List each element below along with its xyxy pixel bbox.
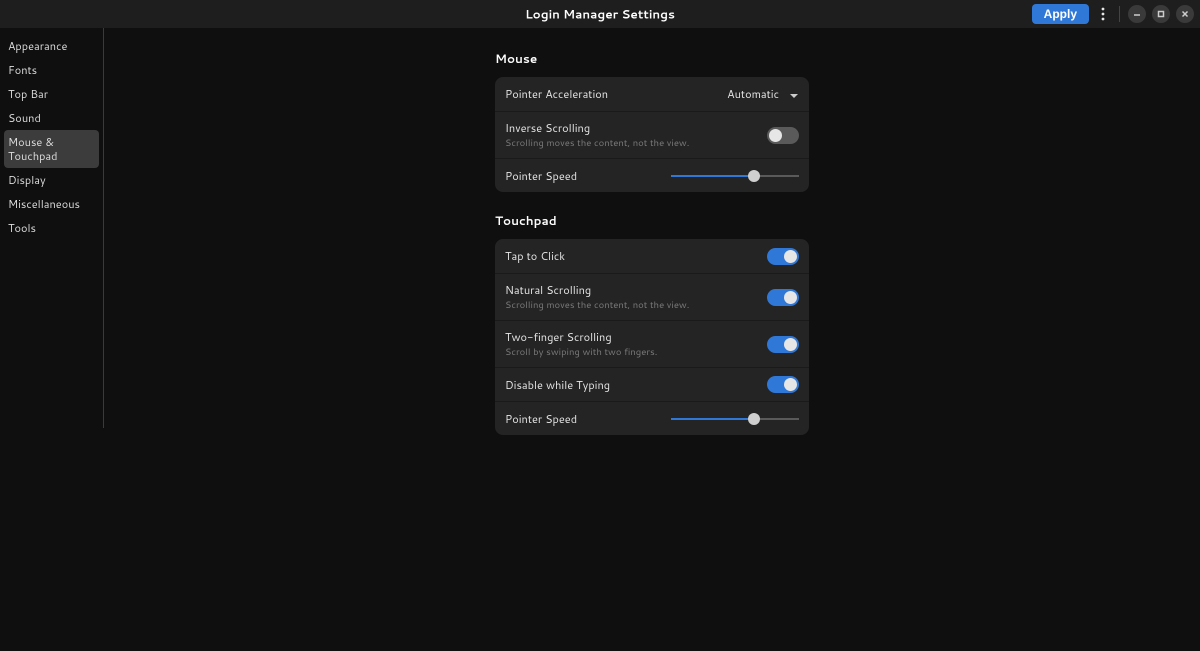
inverse-scrolling-label: Inverse Scrolling [505,120,767,136]
kebab-icon [1101,7,1105,21]
natural-scrolling-label: Natural Scrolling [505,282,767,298]
mouse-card: Pointer Acceleration Automatic Inverse [495,77,809,192]
chevron-down-icon [789,89,799,99]
row-mouse-pointer-speed: Pointer Speed [495,158,809,192]
disable-while-typing-toggle[interactable] [767,376,799,393]
touchpad-pointer-speed-label: Pointer Speed [505,411,671,427]
sidebar: Appearance Fonts Top Bar Sound Mouse & T… [0,28,104,428]
sidebar-item-display[interactable]: Display [0,168,103,192]
inverse-scrolling-sub: Scrolling moves the content, not the vie… [505,137,767,150]
sidebar-item-label: Miscellaneous [8,196,80,212]
natural-scrolling-toggle[interactable] [767,289,799,306]
mouse-pointer-speed-slider[interactable] [671,169,799,183]
dropdown-value: Automatic [727,86,779,102]
tap-to-click-toggle[interactable] [767,248,799,265]
touchpad-card: Tap to Click Natural Scrolling Scrolling… [495,239,809,435]
tap-to-click-label: Tap to Click [505,248,767,264]
sidebar-item-label: Top Bar [8,86,48,102]
separator [1119,6,1120,22]
inverse-scrolling-toggle[interactable] [767,127,799,144]
content-area: Mouse Pointer Acceleration Automatic [104,28,1200,651]
section-title-touchpad: Touchpad [495,212,809,229]
minimize-button[interactable] [1128,5,1146,23]
row-tap-to-click: Tap to Click [495,239,809,273]
sidebar-item-tools[interactable]: Tools [0,216,103,240]
natural-scrolling-sub: Scrolling moves the content, not the vie… [505,299,767,312]
maximize-button[interactable] [1152,5,1170,23]
sidebar-item-label: Tools [8,220,36,236]
close-button[interactable] [1176,5,1194,23]
sidebar-item-label: Display [8,172,46,188]
row-inverse-scrolling: Inverse Scrolling Scrolling moves the co… [495,111,809,158]
row-touchpad-pointer-speed: Pointer Speed [495,401,809,435]
row-two-finger-scrolling: Two-finger Scrolling Scroll by swiping w… [495,320,809,367]
row-disable-while-typing: Disable while Typing [495,367,809,401]
disable-while-typing-label: Disable while Typing [505,377,767,393]
menu-button[interactable] [1095,4,1111,24]
apply-button[interactable]: Apply [1032,4,1089,24]
pointer-acceleration-label: Pointer Acceleration [505,86,727,102]
sidebar-item-label: Appearance [8,38,67,54]
sidebar-item-top-bar[interactable]: Top Bar [0,82,103,106]
minimize-icon [1133,10,1141,18]
section-title-mouse: Mouse [495,50,809,67]
sidebar-item-appearance[interactable]: Appearance [0,34,103,58]
two-finger-scrolling-toggle[interactable] [767,336,799,353]
window-title: Login Manager Settings [525,6,675,23]
row-natural-scrolling: Natural Scrolling Scrolling moves the co… [495,273,809,320]
maximize-icon [1157,10,1165,18]
two-finger-scrolling-sub: Scroll by swiping with two fingers. [505,346,767,359]
sidebar-item-sound[interactable]: Sound [0,106,103,130]
sidebar-item-miscellaneous[interactable]: Miscellaneous [0,192,103,216]
sidebar-item-mouse-touchpad[interactable]: Mouse & Touchpad [4,130,99,168]
close-icon [1181,10,1189,18]
touchpad-pointer-speed-slider[interactable] [671,412,799,426]
sidebar-item-label: Fonts [8,62,37,78]
sidebar-item-label: Mouse & Touchpad [8,134,58,164]
sidebar-item-label: Sound [8,110,41,126]
sidebar-item-fonts[interactable]: Fonts [0,58,103,82]
mouse-pointer-speed-label: Pointer Speed [505,168,671,184]
header-controls: Apply [1032,4,1194,24]
header-bar: Login Manager Settings Apply [0,0,1200,28]
two-finger-scrolling-label: Two-finger Scrolling [505,329,767,345]
pointer-acceleration-dropdown[interactable]: Automatic [727,86,799,102]
row-pointer-acceleration: Pointer Acceleration Automatic [495,77,809,111]
